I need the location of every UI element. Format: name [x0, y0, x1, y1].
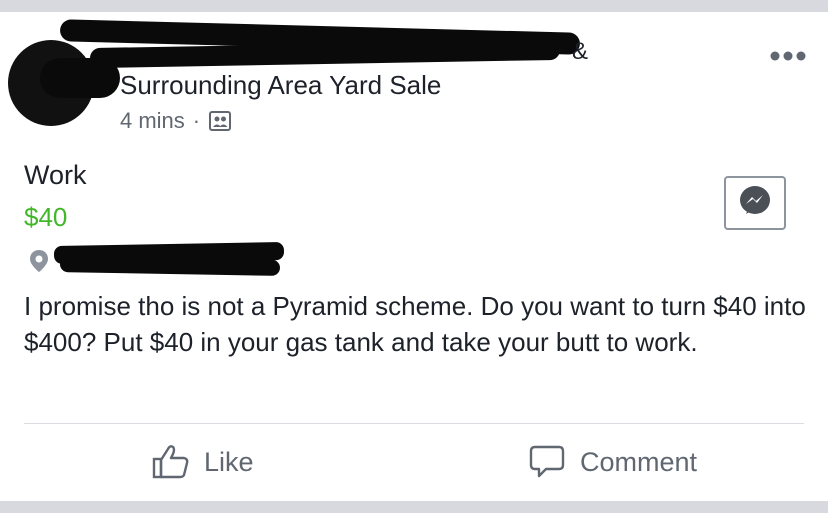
timestamp[interactable]: 4 mins [120, 108, 185, 134]
group-name-link[interactable]: Surrounding Area Yard Sale [120, 70, 441, 101]
redaction-mark [59, 256, 281, 276]
group-icon [208, 109, 232, 133]
feed-separator-bottom [0, 501, 828, 513]
location-pin-icon [28, 249, 50, 273]
comment-label: Comment [580, 446, 698, 477]
redaction-mark [89, 39, 561, 69]
comment-button[interactable]: Comment [528, 444, 697, 480]
messenger-icon [738, 184, 772, 223]
thumbs-up-icon [152, 445, 189, 479]
meta-separator: · [192, 108, 201, 133]
more-horizontal-icon[interactable] [768, 46, 808, 66]
listing-description: I promise tho is not a Pyramid scheme. D… [24, 291, 806, 357]
listing-price: $40 [24, 202, 68, 232]
group-name-suffix[interactable]: & [572, 38, 588, 66]
comment-bubble-icon [529, 445, 565, 478]
post-meta: 4 mins · [120, 108, 232, 134]
message-seller-button[interactable] [724, 176, 786, 230]
redaction-mark [40, 58, 120, 98]
like-button[interactable]: Like [152, 444, 254, 480]
like-label: Like [204, 446, 254, 477]
feed-separator-top [0, 0, 828, 12]
divider [24, 423, 804, 424]
listing-title: Work [24, 160, 87, 190]
